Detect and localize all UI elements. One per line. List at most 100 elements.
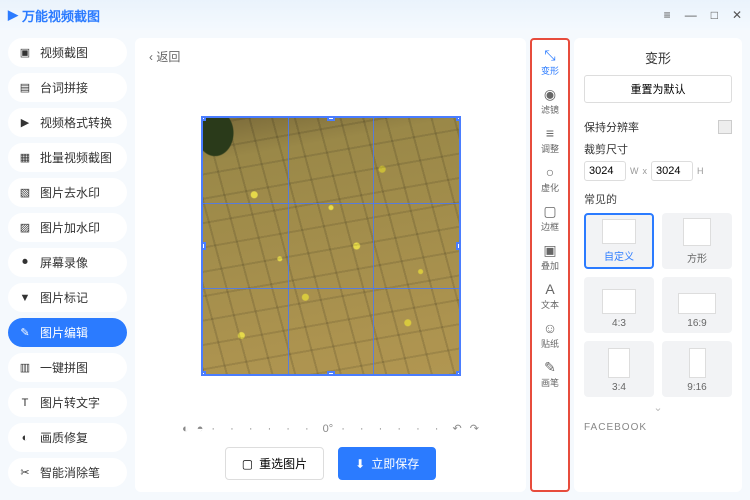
common-label: 常见的 [584,191,732,207]
logo-icon: ▶ [8,7,18,23]
crop-handle-tr[interactable] [456,116,461,121]
adjust-icon: ≡ [546,126,554,140]
minimize-button[interactable]: — [685,8,697,22]
flip-h-icon[interactable]: ◐ [182,423,189,435]
subtitle-icon: ▤ [18,81,32,95]
image-icon: ▢ [242,457,253,471]
tool-filter[interactable]: ◉滤镜 [532,83,568,120]
sidebar-item-quality-repair[interactable]: ◐画质修复 [8,423,127,452]
action-row: ▢重选图片 ⬇立即保存 [135,439,526,492]
maximize-button[interactable]: □ [711,8,718,22]
crop-handle-tl[interactable] [201,116,206,121]
crop-handle-r[interactable] [456,242,461,250]
crop-size-label: 裁剪尺寸 [584,141,732,157]
repair-icon: ◐ [18,431,32,445]
rotation-value: 0° [323,423,334,435]
preset-3-4[interactable]: 3:4 [584,341,654,397]
tool-brush[interactable]: ✎画笔 [532,356,568,393]
crop-grid-line [203,203,459,204]
erase-icon: ✂ [18,466,32,480]
tool-overlay[interactable]: ▣叠加 [532,239,568,276]
collage-icon: ▥ [18,361,32,375]
save-icon: ⬇ [355,457,365,471]
keep-ratio-label: 保持分辨率 [584,119,639,135]
rotate-cw-icon[interactable]: ↷ [470,422,479,435]
sidebar-item-ocr[interactable]: T图片转文字 [8,388,127,417]
sidebar-item-add-watermark[interactable]: ▨图片加水印 [8,213,127,242]
sidebar-item-image-mark[interactable]: ▼图片标记 [8,283,127,312]
menu-button[interactable]: ≡ [664,8,671,22]
sidebar-item-batch-screenshot[interactable]: ▦批量视频截图 [8,143,127,172]
tool-text[interactable]: A文本 [532,278,568,315]
video-screenshot-icon: ▣ [18,46,32,60]
crop-handle-b[interactable] [327,371,335,376]
border-icon: ▢ [543,204,556,218]
preset-custom[interactable]: 自定义 [584,213,654,269]
transform-icon: ⤡ [544,48,555,62]
sidebar-item-video-screenshot[interactable]: ▣视频截图 [8,38,127,67]
preset-4-3[interactable]: 4:3 [584,277,654,333]
sidebar-item-screen-record[interactable]: ⏺屏幕录像 [8,248,127,277]
rotation-slider-left[interactable]: · · · · · · [211,423,314,435]
properties-panel: 变形 重置为默认 保持分辨率 裁剪尺寸 W x H 常见的 自定义 方形 4:3… [574,38,742,492]
sidebar-item-collage[interactable]: ▥一键拼图 [8,353,127,382]
flip-v-icon[interactable]: ◓ [197,423,204,435]
overlay-icon: ▣ [543,243,556,257]
rotate-ccw-icon[interactable]: ↶ [452,422,461,435]
filter-icon: ◉ [544,87,556,101]
image-canvas[interactable] [201,116,461,376]
panel-title: 变形 [584,48,732,67]
sticker-icon: ☺ [543,321,557,335]
reselect-button[interactable]: ▢重选图片 [225,447,324,480]
sidebar-item-subtitle-splice[interactable]: ▤台词拼接 [8,73,127,102]
canvas-wrap [135,75,526,416]
keep-ratio-checkbox[interactable] [718,120,732,134]
back-button[interactable]: ‹ 返回 [135,38,526,75]
crop-handle-bl[interactable] [201,371,206,376]
crop-grid-line [288,118,289,374]
close-button[interactable]: ✕ [732,8,742,22]
blur-icon: ○ [546,165,554,179]
tool-transform[interactable]: ⤡变形 [532,44,568,81]
remove-wm-icon: ▧ [18,186,32,200]
sidebar-item-video-convert[interactable]: ▶视频格式转换 [8,108,127,137]
toolstrip: ⤡变形 ◉滤镜 ≡调整 ○虚化 ▢边框 ▣叠加 A文本 ☺贴纸 ✎画笔 [530,38,570,492]
width-input[interactable] [584,161,626,181]
crop-handle-l[interactable] [201,242,206,250]
edit-icon: ✎ [18,326,32,340]
mark-icon: ▼ [18,291,32,305]
crop-handle-t[interactable] [327,116,335,121]
sidebar-item-image-edit[interactable]: ✎图片编辑 [8,318,127,347]
sidebar-item-smart-erase[interactable]: ✂智能消除笔 [8,458,127,487]
main: ▣视频截图 ▤台词拼接 ▶视频格式转换 ▦批量视频截图 ▧图片去水印 ▨图片加水… [0,30,750,500]
crop-grid-line [203,288,459,289]
sidebar: ▣视频截图 ▤台词拼接 ▶视频格式转换 ▦批量视频截图 ▧图片去水印 ▨图片加水… [0,30,135,500]
facebook-section-label: FACEBOOK [584,422,732,433]
add-wm-icon: ▨ [18,221,32,235]
tool-sticker[interactable]: ☺贴纸 [532,317,568,354]
tool-blur[interactable]: ○虚化 [532,161,568,198]
app-logo: ▶ 万能视频截图 [8,6,100,25]
height-input[interactable] [651,161,693,181]
preset-9-16[interactable]: 9:16 [662,341,732,397]
x-label: x [643,166,648,176]
tool-adjust[interactable]: ≡调整 [532,122,568,159]
sidebar-item-remove-watermark[interactable]: ▧图片去水印 [8,178,127,207]
scroll-down-icon[interactable]: ⌄ [584,401,732,414]
batch-icon: ▦ [18,151,32,165]
save-button[interactable]: ⬇立即保存 [338,447,436,480]
titlebar: ▶ 万能视频截图 ≡ — □ ✕ [0,0,750,30]
record-icon: ⏺ [18,256,32,270]
reset-button[interactable]: 重置为默认 [584,75,732,103]
preset-square[interactable]: 方形 [662,213,732,269]
crop-handle-br[interactable] [456,371,461,376]
text-icon: A [545,282,554,296]
rotation-bar: ◐ ◓ · · · · · · 0° · · · · · · ↶ ↷ [135,416,526,439]
preset-16-9[interactable]: 16:9 [662,277,732,333]
image-content [203,118,243,168]
content-area: ‹ 返回 ◐ ◓ · · · · · · 0° [135,38,526,492]
tool-border[interactable]: ▢边框 [532,200,568,237]
rotation-slider-right[interactable]: · · · · · · [341,423,444,435]
crop-grid-line [373,118,374,374]
preset-grid: 自定义 方形 4:3 16:9 3:4 9:16 [584,213,732,397]
